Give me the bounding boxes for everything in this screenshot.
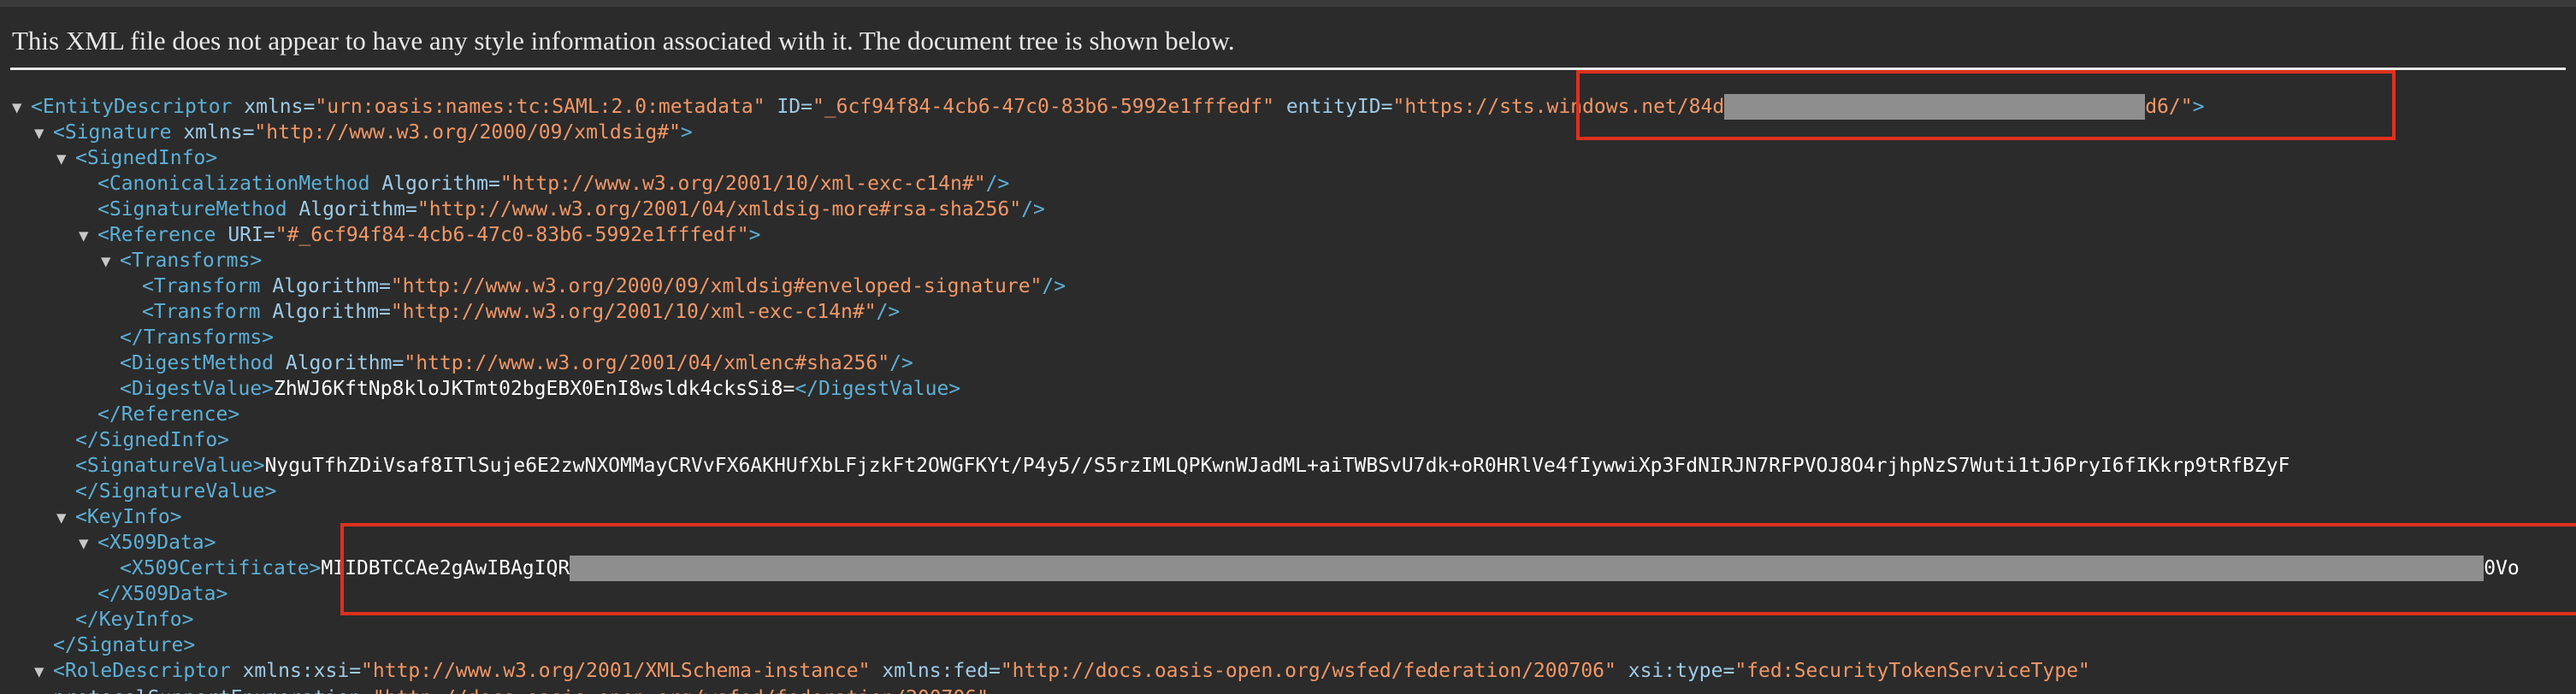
signature-method-line: <SignatureMethod Algorithm="http://www.w… (97, 197, 1045, 222)
algorithm-value: "http://www.w3.org/2001/10/xml-exc-c14n#… (390, 301, 877, 323)
protocol-support-attribute: protocolSupportEnumeration= (53, 687, 373, 694)
transform-line: <Transform Algorithm="http://www.w3.org/… (142, 273, 1066, 299)
signed-info-close-line: </SignedInfo> (75, 427, 229, 453)
signature-method-tag: <SignatureMethod (97, 198, 287, 221)
self-close: /> (1021, 198, 1045, 221)
algorithm-value: "http://www.w3.org/2001/04/xmlenc#sha256… (404, 352, 890, 374)
disclosure-triangle-down-icon[interactable]: ▼ (34, 659, 53, 685)
canonicalization-method-tag: <CanonicalizationMethod (97, 173, 370, 195)
xmlns-xsi-attribute: xmlns:xsi= (230, 660, 362, 682)
key-info-close-tag: </KeyInfo> (75, 609, 194, 631)
entity-descriptor-tag: <EntityDescriptor (31, 96, 233, 118)
xmlns-value: "urn:oasis:names:tc:SAML:2.0:metadata" (315, 96, 765, 118)
signature-value-tag: <SignatureValue> (75, 455, 265, 477)
xml-style-notice: This XML file does not appear to have an… (12, 26, 1235, 56)
self-close: /> (985, 173, 1010, 195)
signature-value-text: NyguTfhZDiVsaf8ITlSuje6E2zwNXOMMayCRVvFX… (264, 455, 2290, 477)
transform-line: <Transform Algorithm="http://www.w3.org/… (142, 299, 900, 325)
signature-close-tag: </Signature> (53, 634, 196, 656)
algorithm-attribute: Algorithm= (260, 301, 391, 323)
signed-info-close-tag: </SignedInfo> (75, 429, 230, 451)
algorithm-attribute: Algorithm= (287, 198, 417, 221)
self-close: /> (1042, 275, 1066, 297)
xsi-type-attribute: xsi:type= (1616, 660, 1735, 682)
protocol-support-line: protocolSupportEnumeration="http://docs.… (53, 685, 989, 694)
self-close: /> (876, 301, 901, 323)
digest-value-close-tag: </DigestValue> (795, 378, 961, 400)
algorithm-value: "http://www.w3.org/2000/09/xmldsig#envel… (390, 275, 1043, 297)
disclosure-triangle-down-icon[interactable]: ▼ (101, 249, 120, 274)
disclosure-triangle-down-icon[interactable]: ▼ (12, 95, 31, 121)
key-info-close-line: </KeyInfo> (75, 607, 193, 632)
x509-data-close-tag: </X509Data> (97, 583, 228, 605)
entity-id-attribute: entityID= (1273, 96, 1393, 118)
digest-method-line: <DigestMethod Algorithm="http://www.w3.o… (120, 350, 913, 376)
uri-value: "#_6cf94f84-4cb6-47c0-83b6-5992e1fffedf" (275, 224, 749, 246)
xmlns-fed-value: "http://docs.oasis-open.org/wsfed/federa… (1000, 660, 1616, 682)
role-descriptor-tag: <RoleDescriptor (53, 660, 231, 682)
transforms-close-tag: </Transforms> (120, 326, 275, 349)
signature-line: ▼ <Signature xmlns="http://www.w3.org/200… (34, 120, 693, 145)
digest-value-line: <DigestValue>ZhWJ6KftNp8kloJKTmt02bgEBX0… (120, 376, 960, 402)
id-attribute: ID= (765, 96, 812, 118)
transforms-close-line: </Transforms> (120, 325, 274, 350)
xmlns-attribute: xmlns= (232, 96, 316, 118)
x509-certificate-tag: <X509Certificate> (120, 557, 322, 579)
protocol-support-value: "http://docs.oasis-open.org/wsfed/federa… (373, 687, 989, 694)
key-info-line: ▼ <KeyInfo> (56, 504, 182, 530)
disclosure-triangle-down-icon[interactable]: ▼ (79, 223, 97, 249)
algorithm-attribute: Algorithm= (274, 352, 405, 374)
algorithm-value: "http://www.w3.org/2001/04/xmldsig-more#… (417, 198, 1022, 221)
reference-line: ▼ <Reference URI="#_6cf94f84-4cb6-47c0-83… (79, 222, 760, 248)
entity-id-highlight-box (1576, 70, 2396, 140)
reference-tag: <Reference (97, 224, 216, 246)
algorithm-attribute: Algorithm= (260, 275, 391, 297)
x509-data-line: ▼ <X509Data> (79, 530, 216, 556)
signature-value-line: <SignatureValue>NyguTfhZDiVsaf8ITlSuje6E… (75, 453, 2289, 479)
role-descriptor-line: ▼ <RoleDescriptor xmlns:xsi="http://www.w… (34, 658, 2090, 684)
xmlns-xsi-value: "http://www.w3.org/2001/XMLSchema-instan… (361, 660, 871, 682)
digest-method-tag: <DigestMethod (120, 352, 275, 374)
signature-value-close-tag: </SignatureValue> (75, 480, 277, 503)
x509-certificate-highlight-box (340, 523, 2576, 615)
disclosure-triangle-down-icon[interactable]: ▼ (56, 146, 75, 172)
transforms-line: ▼ <Transforms> (101, 248, 262, 273)
xmlns-fed-attribute: xmlns:fed= (870, 660, 1001, 682)
algorithm-value: "http://www.w3.org/2001/10/xml-exc-c14n#… (499, 173, 986, 195)
signed-info-tag: <SignedInfo> (75, 147, 218, 169)
signature-tag: <Signature (53, 121, 172, 144)
algorithm-attribute: Algorithm= (369, 173, 500, 195)
transform-tag: <Transform (142, 275, 261, 297)
canonicalization-method-line: <CanonicalizationMethod Algorithm="http:… (97, 171, 1009, 197)
transforms-tag: <Transforms> (120, 250, 263, 272)
uri-attribute: URI= (216, 224, 275, 246)
disclosure-triangle-down-icon[interactable]: ▼ (34, 121, 53, 146)
id-value: "_6cf94f84-4cb6-47c0-83b6-5992e1fffedf" (812, 96, 1274, 118)
signature-tag-close: > (680, 121, 693, 144)
signed-info-line: ▼ <SignedInfo> (56, 145, 217, 171)
reference-tag-close: > (748, 224, 761, 246)
reference-close-line: </Reference> (97, 402, 239, 427)
transform-tag: <Transform (142, 301, 261, 323)
self-close: /> (889, 352, 913, 374)
xmlns-attribute: xmlns= (171, 121, 255, 144)
window-top-bar (0, 0, 2576, 7)
key-info-tag: <KeyInfo> (75, 506, 182, 528)
x509-data-close-line: </X509Data> (97, 581, 227, 607)
disclosure-triangle-down-icon[interactable]: ▼ (79, 531, 97, 556)
digest-value-text: ZhWJ6KftNp8kloJKTmt02bgEBX0EnI8wsldk4cks… (274, 378, 795, 400)
digest-value-tag: <DigestValue> (120, 378, 275, 400)
x509-data-tag: <X509Data> (97, 532, 216, 554)
disclosure-triangle-down-icon[interactable]: ▼ (56, 505, 75, 531)
xsi-type-value: "fed:SecurityTokenServiceType" (1734, 660, 2090, 682)
signature-close-line: </Signature> (53, 632, 195, 658)
xmlns-value: "http://www.w3.org/2000/09/xmldsig#" (254, 121, 681, 144)
reference-close-tag: </Reference> (97, 403, 240, 426)
signature-value-close-line: </SignatureValue> (75, 479, 276, 504)
